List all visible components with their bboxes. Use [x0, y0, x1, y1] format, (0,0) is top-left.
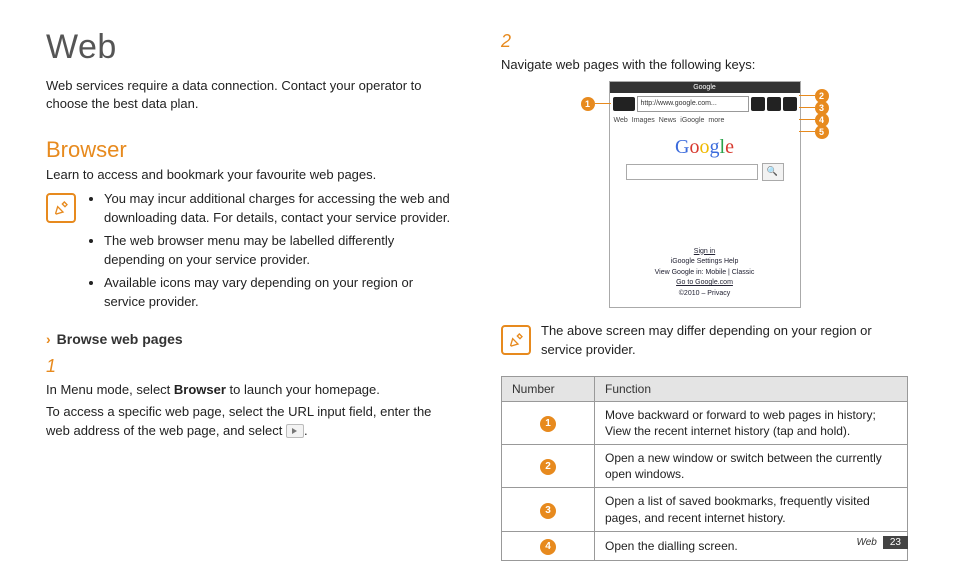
phone-tab: iGoogle — [680, 117, 704, 124]
page-title: Web — [46, 28, 453, 67]
row-number-bubble: 2 — [540, 459, 556, 475]
google-logo: Google — [610, 126, 800, 163]
phone-link-row: View Google in: Mobile | Classic — [610, 268, 800, 279]
row-number-bubble: 4 — [540, 539, 556, 555]
step-number: 2 — [501, 28, 519, 55]
step-1-bold: Browser — [174, 382, 226, 397]
row-number-bubble: 1 — [540, 416, 556, 432]
callout-1: 1 — [581, 97, 611, 111]
phone-titlebar: Google — [610, 82, 800, 93]
go-arrow-icon — [286, 424, 304, 438]
step-number: 1 — [46, 353, 64, 380]
phone-link: Sign in — [694, 248, 715, 255]
footer-section: Web — [856, 537, 876, 548]
note-body: The above screen may differ depending on… — [541, 322, 908, 360]
note-item: The web browser menu may be labelled dif… — [104, 232, 453, 270]
right-column: 2 Navigate web pages with the following … — [477, 28, 908, 557]
url-field: http://www.google.com... — [637, 96, 749, 112]
windows-icon — [751, 97, 765, 111]
manual-page: Web Web services require a data connecti… — [0, 0, 954, 557]
step-1b-post: . — [304, 423, 308, 438]
callout-bubble: 1 — [581, 97, 595, 111]
subsection-heading-row: › Browse web pages — [46, 331, 453, 347]
phone-tab: Web — [614, 117, 628, 124]
phone-toolbar: http://www.google.com... — [610, 93, 800, 115]
phone-link-row: ©2010 – Privacy — [610, 289, 800, 300]
table-row: 1 Move backward or forward to web pages … — [502, 401, 908, 444]
phone-footer-links: Sign in iGoogle Settings Help View Googl… — [610, 247, 800, 308]
callout-5: 5 — [799, 125, 829, 139]
function-table: Number Function 1 Move backward or forwa… — [501, 376, 908, 561]
step-1b-text: To access a specific web page, select th… — [46, 404, 431, 439]
chevron-icon: › — [46, 331, 51, 347]
step-1-text-pre: In Menu mode, select — [46, 382, 174, 397]
step-2-text: Navigate web pages with the following ke… — [501, 55, 888, 75]
phone-tab: Images — [632, 117, 655, 124]
callout-bubble: 5 — [815, 125, 829, 139]
search-row: 🔍 — [610, 163, 800, 191]
phone-tab: News — [659, 117, 677, 124]
note-icon — [501, 325, 531, 355]
note-block-2: The above screen may differ depending on… — [501, 322, 908, 360]
dialler-icon — [783, 97, 797, 111]
note-item: Available icons may vary depending on yo… — [104, 274, 453, 312]
footer-page-number: 23 — [883, 536, 908, 549]
step-1: 1 In Menu mode, select Browser to launch… — [46, 353, 453, 441]
phone-tabs: Web Images News iGoogle more — [610, 115, 800, 126]
section-lead: Learn to access and bookmark your favour… — [46, 167, 453, 182]
note-block-1: You may incur additional charges for acc… — [46, 190, 453, 315]
subsection-heading: Browse web pages — [57, 331, 183, 347]
note-item: You may incur additional charges for acc… — [104, 190, 453, 228]
section-heading: Browser — [46, 137, 453, 163]
phone-link: Go to Google.com — [676, 279, 733, 286]
table-row: 3 Open a list of saved bookmarks, freque… — [502, 488, 908, 531]
row-function: Open a new window or switch between the … — [595, 445, 908, 488]
note-2-text: The above screen may differ depending on… — [541, 322, 908, 360]
search-button-icon: 🔍 — [762, 163, 784, 181]
nav-back-forward-icon — [613, 97, 635, 111]
table-header-function: Function — [595, 376, 908, 401]
left-column: Web Web services require a data connecti… — [46, 28, 477, 557]
table-header-number: Number — [502, 376, 595, 401]
device-screenshot-wrap: Google http://www.google.com... Web Imag… — [501, 81, 908, 309]
step-1-text-post: to launch your homepage. — [226, 382, 380, 397]
phone-link-row: iGoogle Settings Help — [610, 257, 800, 268]
table-header-row: Number Function — [502, 376, 908, 401]
note-body: You may incur additional charges for acc… — [86, 190, 453, 315]
note-icon — [46, 193, 76, 223]
phone-tab: more — [708, 117, 724, 124]
row-function: Open a list of saved bookmarks, frequent… — [595, 488, 908, 531]
row-function: Move backward or forward to web pages in… — [595, 401, 908, 444]
row-number-bubble: 3 — [540, 503, 556, 519]
intro-text: Web services require a data connection. … — [46, 77, 453, 113]
page-footer: Web 23 — [856, 536, 908, 549]
table-row: 2 Open a new window or switch between th… — [502, 445, 908, 488]
step-2: 2 Navigate web pages with the following … — [501, 28, 908, 75]
table-row: 4 Open the dialling screen. — [502, 531, 908, 560]
device-screenshot: Google http://www.google.com... Web Imag… — [609, 81, 801, 309]
bookmarks-icon — [767, 97, 781, 111]
search-box — [626, 164, 758, 180]
